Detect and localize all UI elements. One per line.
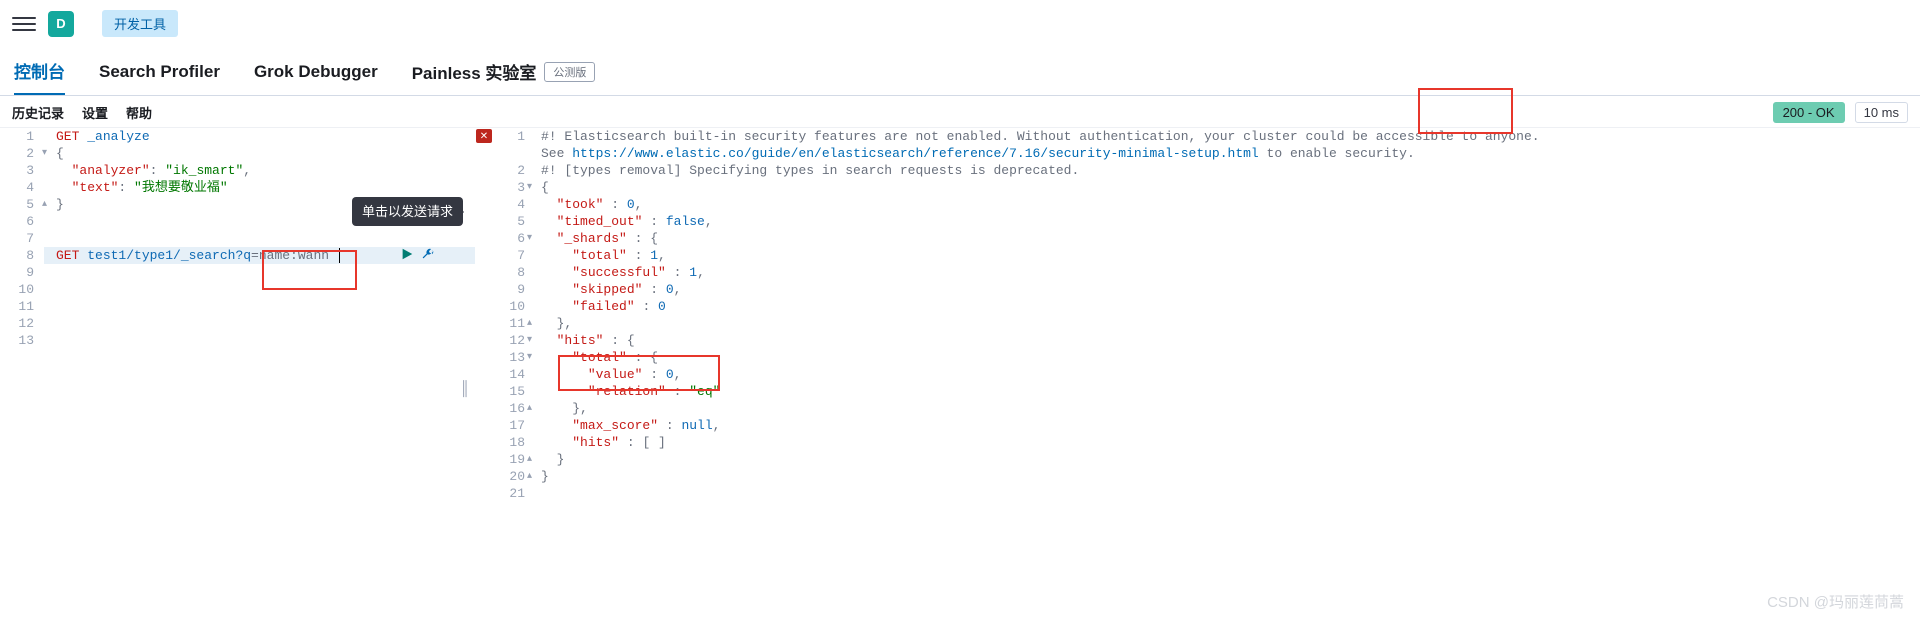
play-icon[interactable]: [400, 247, 414, 266]
tab-painless[interactable]: Painless 实验室 公测版: [412, 59, 596, 94]
subtab-help[interactable]: 帮助: [126, 103, 152, 122]
topbar: D 开发工具: [0, 0, 1920, 48]
response-fold-markers[interactable]: ▾ ▾ ▴▾▾ ▴ ▴▴: [527, 128, 539, 485]
request-editor[interactable]: 12345678910111213 ▾ ▴ GET _analyze { "an…: [0, 128, 475, 631]
tab-search-profiler[interactable]: Search Profiler: [99, 62, 220, 92]
tab-console[interactable]: 控制台: [14, 58, 65, 95]
breadcrumb-devtools[interactable]: 开发工具: [102, 10, 178, 37]
request-fold-markers[interactable]: ▾ ▴: [42, 128, 54, 213]
watermark: CSDN @玛丽莲茼蒿: [1767, 591, 1904, 612]
response-viewer[interactable]: 1 23456789101112131415161718192021 ▾ ▾ ▴…: [495, 128, 1920, 631]
response-time: 10 ms: [1855, 102, 1908, 123]
app-logo[interactable]: D: [48, 11, 74, 37]
wrench-icon[interactable]: [420, 247, 434, 266]
main-tabs: 控制台 Search Profiler Grok Debugger Painle…: [0, 48, 1920, 96]
request-gutter: 12345678910111213: [0, 128, 44, 349]
editor-area: 12345678910111213 ▾ ▴ GET _analyze { "an…: [0, 128, 1920, 631]
tab-painless-label: Painless 实验室: [412, 59, 537, 84]
subtab-settings[interactable]: 设置: [82, 103, 108, 122]
beta-badge: 公测版: [544, 62, 595, 82]
console-toolbar: 历史记录 设置 帮助 200 - OK 10 ms: [0, 96, 1920, 128]
request-code[interactable]: GET _analyze { "analyzer": "ik_smart", "…: [56, 128, 329, 264]
pane-splitter[interactable]: ║: [460, 380, 470, 396]
menu-icon[interactable]: [12, 12, 36, 36]
close-icon[interactable]: ✕: [476, 129, 492, 143]
status-badge: 200 - OK: [1773, 102, 1845, 123]
subtab-history[interactable]: 历史记录: [12, 103, 64, 122]
text-cursor: [339, 248, 340, 263]
tab-grok-debugger[interactable]: Grok Debugger: [254, 62, 378, 92]
response-code: #! Elasticsearch built-in security featu…: [541, 128, 1540, 485]
run-tooltip: 单击以发送请求: [352, 197, 463, 226]
